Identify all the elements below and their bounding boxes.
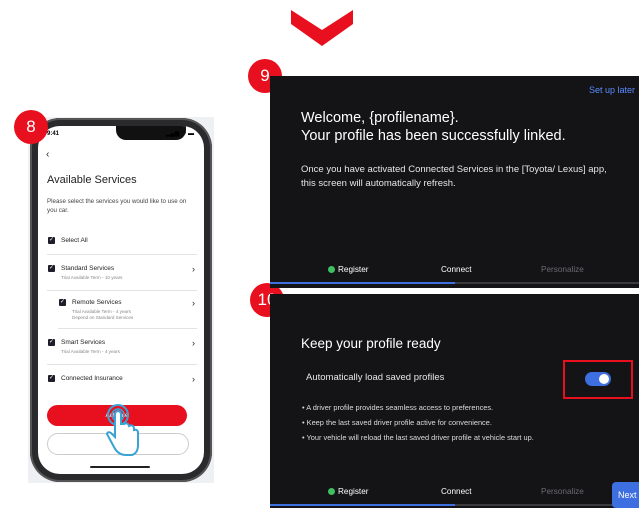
welcome-panel: Set up later Welcome, {profilename}. You…: [270, 76, 639, 288]
profile-ready-panel: Keep your profile ready Automatically lo…: [270, 294, 639, 508]
linked-heading: Your profile has been successfully linke…: [301, 128, 566, 144]
auto-load-toggle[interactable]: [585, 372, 611, 386]
status-time: 9:41: [47, 131, 60, 137]
refresh-description: Once you have activated Connected Servic…: [301, 164, 607, 189]
page-title: Keep your profile ready: [301, 336, 441, 351]
toggle-label: Automatically load saved profiles: [306, 372, 445, 383]
step-label: Register: [338, 487, 369, 496]
step-connect: Connect: [441, 265, 472, 274]
step-personalize: Personalize: [541, 265, 584, 274]
chevron-down-icon: [291, 10, 353, 46]
row-sub: Trial Available Term - 4 years: [61, 349, 120, 354]
list-item-remote-services[interactable]: ✓ Remote Services Trial Available Term -…: [58, 296, 197, 329]
checkbox-checked-icon[interactable]: ✓: [59, 299, 66, 306]
row-sub: Trial Available Term - 4 years: [72, 309, 131, 314]
row-label: Smart Services: [61, 339, 106, 346]
list-item-connected-insurance[interactable]: ✓ Connected Insurance ›: [47, 372, 197, 392]
step-register: Register: [328, 487, 369, 496]
toggle-knob: [599, 374, 609, 384]
chevron-left-icon[interactable]: ‹: [46, 149, 49, 160]
checkbox-checked-icon[interactable]: ✓: [48, 375, 55, 382]
checkbox-checked-icon[interactable]: ✓: [48, 265, 55, 272]
row-label: Standard Services: [61, 265, 115, 272]
page-title: Available Services: [47, 174, 137, 186]
phone-screen: 9:41 ▂▄▆ ◠ ▬ ‹ Available Services Please…: [38, 126, 204, 474]
step-register: Register: [328, 265, 369, 274]
step-label: Register: [338, 265, 369, 274]
chevron-right-icon[interactable]: ›: [192, 264, 195, 274]
services-description: Please select the services you would lik…: [47, 198, 187, 214]
row-sub: Trial Available Term - 10 years: [61, 275, 123, 280]
row-label: Connected Insurance: [61, 375, 123, 382]
progress-fill: [270, 504, 455, 506]
row-label: Remote Services: [72, 299, 122, 306]
progress-track: [270, 282, 639, 284]
chevron-right-icon[interactable]: ›: [192, 298, 195, 308]
progress-fill: [270, 282, 455, 284]
welcome-heading: Welcome, {profilename}.: [301, 110, 459, 126]
bullet-item: • Keep the last saved driver profile act…: [302, 418, 492, 427]
tap-hand-icon: [105, 404, 139, 456]
list-item-standard-services[interactable]: ✓ Standard Services Trial Available Term…: [47, 262, 197, 291]
set-up-later-link[interactable]: Set up later: [589, 85, 635, 95]
home-indicator: [90, 466, 150, 468]
check-circle-icon: [328, 488, 335, 495]
check-circle-icon: [328, 266, 335, 273]
bullet-item: • Your vehicle will reload the last save…: [302, 433, 534, 442]
next-button[interactable]: Next: [612, 482, 639, 508]
chevron-right-icon[interactable]: ›: [192, 374, 195, 384]
signal-wifi-battery-icon: ▂▄▆ ◠ ▬: [165, 131, 194, 137]
checkbox-checked-icon[interactable]: ✓: [48, 339, 55, 346]
progress-track: [270, 504, 639, 506]
step-connect: Connect: [441, 487, 472, 496]
checkbox-checked-icon[interactable]: ✓: [48, 237, 55, 244]
list-item-smart-services[interactable]: ✓ Smart Services Trial Available Term - …: [47, 336, 197, 365]
step-personalize: Personalize: [541, 487, 584, 496]
bullet-item: • A driver profile provides seamless acc…: [302, 403, 494, 412]
chevron-right-icon[interactable]: ›: [192, 338, 195, 348]
list-item-select-all[interactable]: ✓ Select All: [47, 234, 197, 255]
step-badge-8: 8: [14, 110, 48, 144]
row-sub-dependency: Depend on Standard Services: [72, 315, 134, 320]
row-label: Select All: [61, 237, 88, 244]
